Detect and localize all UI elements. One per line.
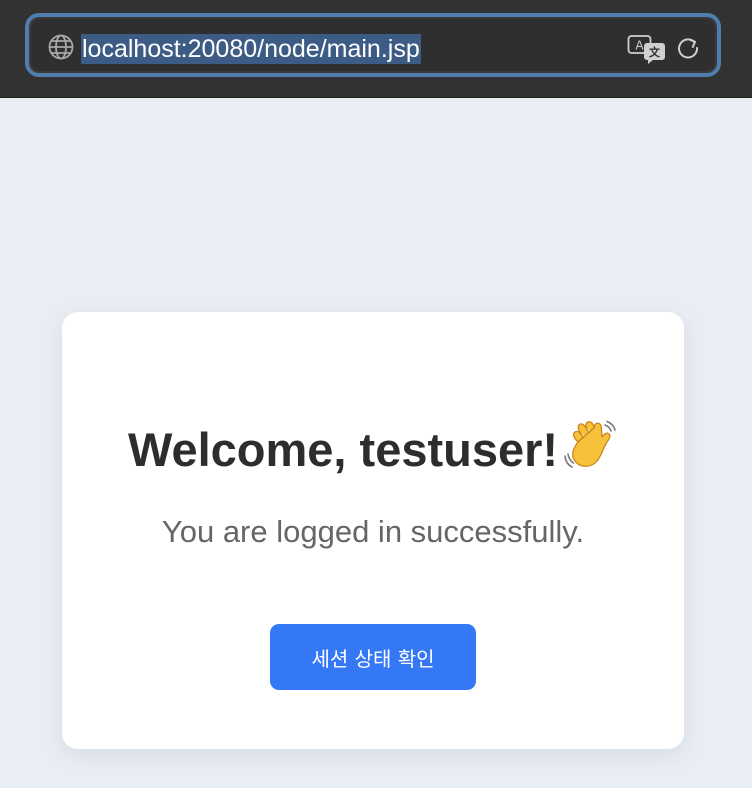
- address-bar[interactable]: localhost:20080/node/main.jsp A 文: [25, 13, 721, 77]
- svg-text:文: 文: [649, 45, 661, 59]
- translate-icon[interactable]: A 文: [627, 33, 667, 65]
- globe-icon: [48, 34, 74, 60]
- reload-icon[interactable]: [675, 35, 701, 61]
- svg-text:A: A: [635, 39, 644, 53]
- welcome-heading-text: Welcome, testuser!: [127, 423, 559, 476]
- browser-toolbar: localhost:20080/node/main.jsp A 文: [0, 0, 752, 98]
- login-status-message: You are logged in successfully.: [161, 514, 585, 549]
- welcome-heading: Welcome, testuser!: [62, 420, 684, 478]
- url-text[interactable]: localhost:20080/node/main.jsp: [81, 34, 421, 64]
- waving-hand-icon: [564, 420, 616, 468]
- address-bar-field[interactable]: localhost:20080/node/main.jsp A 文: [31, 19, 715, 71]
- welcome-card: Welcome, testuser! You are logged in suc…: [62, 312, 684, 749]
- check-session-button[interactable]: 세션 상태 확인: [270, 624, 476, 690]
